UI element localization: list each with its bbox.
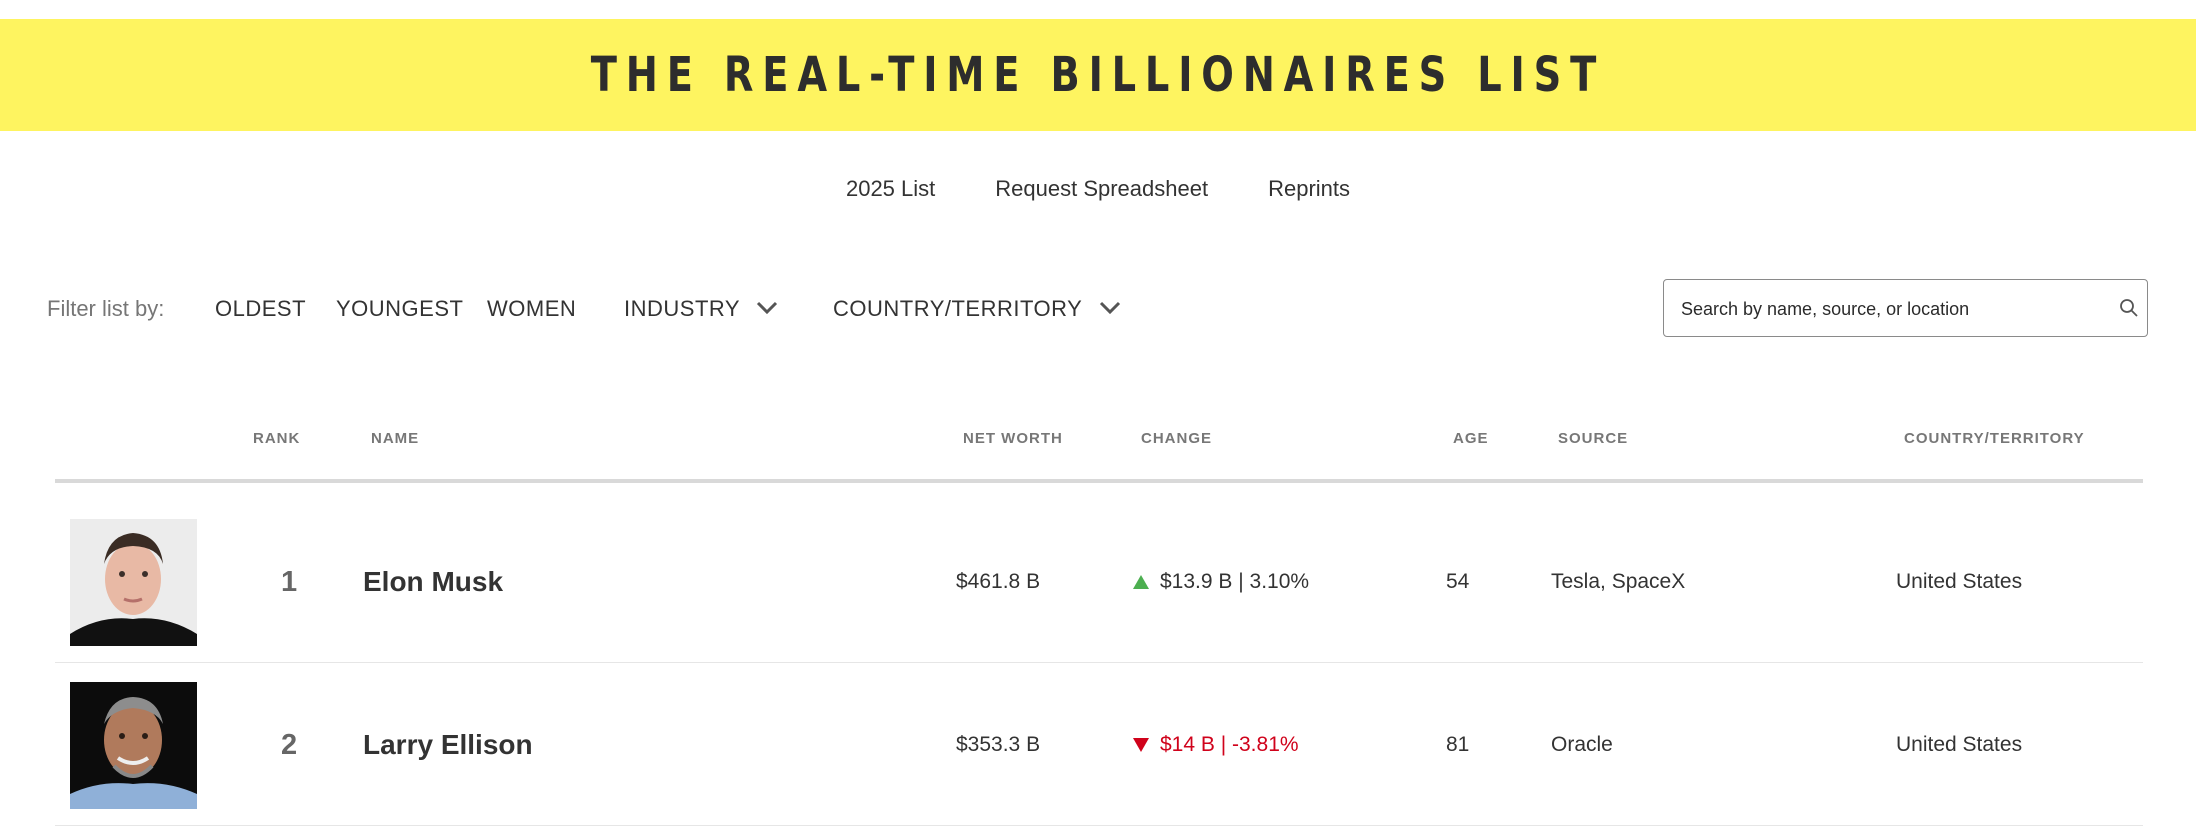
table-row[interactable]: 2 Larry Ellison $353.3 B $14 B | -3.81% … — [55, 664, 2143, 826]
nav-link-reprints[interactable]: Reprints — [1268, 176, 1350, 202]
rank: 2 — [281, 728, 298, 761]
search-input[interactable] — [1679, 280, 2113, 338]
chevron-down-icon — [1099, 302, 1120, 315]
filter-country-dropdown[interactable]: COUNTRY/TERRITORY — [833, 296, 1121, 322]
chevron-down-icon — [757, 302, 778, 315]
triangle-up-icon — [1133, 575, 1149, 589]
sub-navigation: 2025 List Request Spreadsheet Reprints — [0, 176, 2196, 202]
net-worth: $353.3 B — [956, 733, 1041, 756]
country: United States — [1896, 570, 2023, 593]
column-header-change[interactable]: CHANGE — [1141, 430, 1212, 447]
banner: THE REAL-TIME BILLIONAIRES LIST — [0, 19, 2196, 131]
nav-link-request-spreadsheet[interactable]: Request Spreadsheet — [995, 176, 1208, 202]
column-header-source[interactable]: SOURCE — [1558, 430, 1628, 447]
avatar — [70, 519, 197, 646]
column-header-name[interactable]: NAME — [371, 430, 419, 447]
page-title: THE REAL-TIME BILLIONAIRES LIST — [590, 47, 1606, 103]
person-name-link[interactable]: Larry Ellison — [363, 664, 533, 826]
change: $13.9 B | 3.10% — [1132, 501, 1309, 663]
source: Tesla, SpaceX — [1551, 570, 1686, 593]
filter-industry-label: INDUSTRY — [624, 296, 740, 321]
country: United States — [1896, 733, 2023, 756]
nav-link-2025-list[interactable]: 2025 List — [846, 176, 935, 202]
rank: 1 — [281, 565, 298, 598]
change-value: $14 B | -3.81% — [1160, 733, 1299, 756]
column-header-rank[interactable]: RANK — [253, 430, 300, 447]
header-divider — [55, 479, 2143, 483]
filter-industry-dropdown[interactable]: INDUSTRY — [624, 296, 778, 322]
filter-oldest[interactable]: OLDEST — [215, 296, 306, 322]
search-icon[interactable] — [2119, 298, 2139, 318]
change: $14 B | -3.81% — [1132, 664, 1299, 826]
change-value: $13.9 B | 3.10% — [1160, 570, 1310, 593]
filter-label: Filter list by: — [47, 296, 165, 321]
search-box — [1663, 279, 2148, 338]
column-header-country[interactable]: COUNTRY/TERRITORY — [1904, 430, 2085, 447]
column-header-net-worth[interactable]: NET WORTH — [963, 430, 1063, 447]
source: Oracle — [1551, 733, 1613, 756]
age: 54 — [1446, 570, 1470, 593]
person-name-link[interactable]: Elon Musk — [363, 501, 503, 663]
net-worth: $461.8 B — [956, 570, 1041, 593]
filter-youngest[interactable]: YOUNGEST — [336, 296, 463, 322]
triangle-down-icon — [1133, 738, 1149, 752]
filter-country-label: COUNTRY/TERRITORY — [833, 296, 1082, 321]
column-header-age[interactable]: AGE — [1453, 430, 1489, 447]
avatar — [70, 682, 197, 809]
filter-women[interactable]: WOMEN — [487, 296, 576, 322]
table-row[interactable]: 1 Elon Musk $461.8 B $13.9 B | 3.10% 54 … — [55, 501, 2143, 663]
age: 81 — [1446, 733, 1470, 756]
